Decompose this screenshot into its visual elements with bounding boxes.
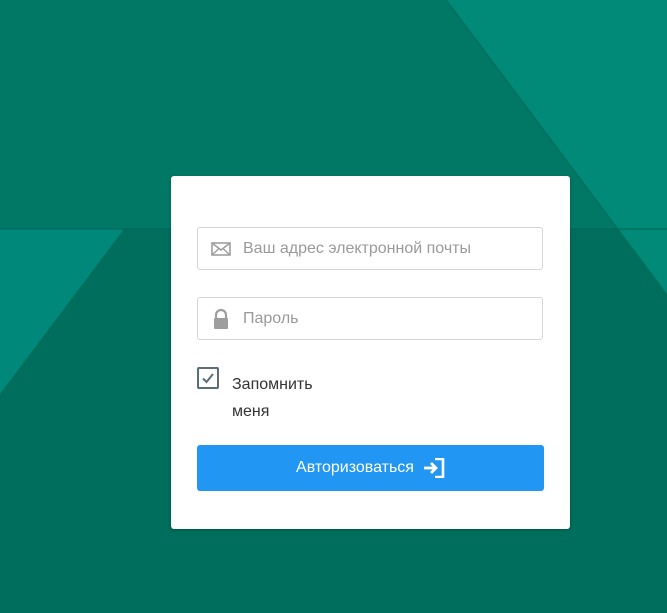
remember-me[interactable]: Запомнить меня — [197, 367, 397, 423]
password-input[interactable] — [243, 298, 533, 339]
check-icon — [202, 373, 214, 384]
login-button-label: Авторизоваться — [296, 459, 414, 476]
envelope-icon — [211, 238, 231, 260]
login-icon — [423, 457, 445, 479]
lock-icon — [211, 308, 231, 330]
email-input[interactable] — [243, 228, 533, 269]
email-field[interactable] — [197, 227, 543, 270]
remember-label: Запомнить меня — [232, 376, 313, 420]
login-button[interactable]: Авторизоваться — [197, 445, 544, 491]
password-field[interactable] — [197, 297, 543, 340]
login-card: Запомнить меня Авторизоваться — [171, 176, 570, 529]
remember-checkbox[interactable] — [197, 367, 219, 389]
